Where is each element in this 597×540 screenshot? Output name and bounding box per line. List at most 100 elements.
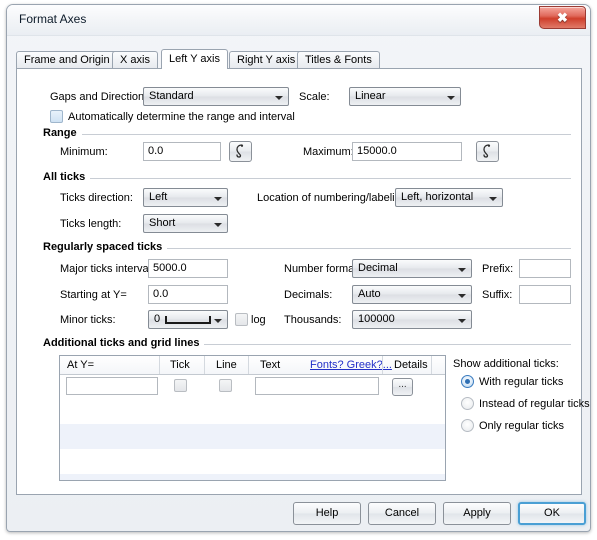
fonts-greek-link[interactable]: Fonts? Greek?... — [310, 359, 392, 371]
minimum-input[interactable]: 0.0 — [143, 142, 221, 161]
thousands-label: Thousands: — [284, 314, 342, 326]
minor-ticks-value: 0 — [154, 313, 161, 325]
starting-at-y-value: 0.0 — [153, 288, 169, 300]
numbering-location-value: Left, horizontal — [401, 191, 474, 203]
maximum-value: 15000.0 — [357, 145, 397, 157]
log-label: log — [251, 314, 266, 326]
major-ticks-interval-value: 5000.0 — [153, 262, 187, 274]
gaps-direction-value: Standard — [149, 90, 194, 102]
thousands-select[interactable]: 100000 — [352, 310, 472, 329]
minimum-label: Minimum: — [60, 146, 108, 158]
row-tick-checkbox[interactable] — [174, 379, 187, 392]
suffix-input[interactable] — [519, 285, 571, 304]
major-ticks-interval-label: Major ticks interval: — [60, 263, 155, 275]
number-format-label: Number format: — [284, 263, 361, 275]
column-header-text: Text — [260, 359, 281, 371]
left-y-axis-panel: Gaps and Direction: Standard Scale: Line… — [16, 68, 590, 495]
close-button[interactable]: ✖ — [539, 6, 586, 29]
magnet-picker-icon — [483, 144, 491, 158]
tab-frame-and-origin[interactable]: Frame and Origin — [16, 51, 118, 68]
all-ticks-group-divider — [43, 178, 571, 179]
ok-button[interactable]: OK — [518, 502, 586, 525]
additional-group-title: Additional ticks and grid lines — [43, 337, 205, 349]
regular-ticks-group-title: Regularly spaced ticks — [43, 241, 168, 253]
chevron-down-icon — [214, 197, 222, 201]
apply-button[interactable]: Apply — [443, 502, 511, 525]
ticks-direction-value: Left — [149, 191, 168, 203]
number-format-select[interactable]: Decimal — [352, 259, 472, 278]
column-header-line: Line — [216, 359, 237, 371]
cancel-button[interactable]: Cancel — [368, 502, 436, 525]
row-at-y-input[interactable] — [66, 377, 158, 395]
major-ticks-interval-input[interactable]: 5000.0 — [148, 259, 228, 278]
auto-range-label: Automatically determine the range and in… — [68, 111, 295, 123]
decimals-value: Auto — [358, 288, 381, 300]
maximum-picker-button[interactable] — [476, 141, 499, 162]
show-additional-ticks-label: Show additional ticks: — [453, 358, 559, 370]
chevron-down-icon — [489, 197, 497, 201]
tab-right-y-axis[interactable]: Right Y axis — [229, 51, 304, 68]
scale-label: Scale: — [299, 91, 330, 103]
maximum-label: Maximum: — [303, 146, 354, 158]
row-details-button[interactable]: ... — [392, 378, 413, 396]
table-row[interactable] — [60, 399, 445, 424]
all-ticks-group-title: All ticks — [43, 171, 91, 183]
scale-select[interactable]: Linear — [349, 87, 461, 106]
minimum-value: 0.0 — [148, 145, 164, 157]
format-axes-dialog: Format Axes ✖ Frame and Origin X axis Le… — [6, 4, 591, 532]
radio-instead-of-regular-ticks[interactable] — [461, 397, 474, 410]
starting-at-y-input[interactable]: 0.0 — [148, 285, 228, 304]
minimum-picker-button[interactable] — [229, 141, 252, 162]
radio-only-regular-ticks[interactable] — [461, 419, 474, 432]
window-title: Format Axes — [19, 12, 87, 26]
radio-label-instead-of-regular-ticks: Instead of regular ticks — [479, 398, 590, 410]
ticks-direction-select[interactable]: Left — [143, 188, 228, 207]
chevron-down-icon — [275, 96, 283, 100]
decimals-select[interactable]: Auto — [352, 285, 472, 304]
close-icon: ✖ — [557, 10, 568, 25]
ticks-direction-label: Ticks direction: — [60, 192, 133, 204]
suffix-label: Suffix: — [482, 289, 513, 301]
prefix-label: Prefix: — [482, 263, 514, 275]
minor-ticks-label: Minor ticks: — [60, 314, 116, 326]
chevron-down-icon — [214, 223, 222, 227]
radio-label-only-regular-ticks: Only regular ticks — [479, 420, 564, 432]
help-button[interactable]: Help — [293, 502, 361, 525]
chevron-down-icon — [447, 96, 455, 100]
column-header-at-y: At Y= — [67, 359, 95, 371]
radio-label-with-regular-ticks: With regular ticks — [479, 376, 564, 388]
tab-left-y-axis[interactable]: Left Y axis — [161, 49, 228, 69]
row-text-input[interactable] — [255, 377, 379, 395]
additional-ticks-table: At Y= Tick Line Text Fonts? Greek?... De… — [59, 355, 446, 481]
radio-with-regular-ticks[interactable] — [461, 375, 474, 388]
table-row[interactable] — [60, 474, 445, 480]
tab-x-axis[interactable]: X axis — [112, 51, 158, 68]
prefix-input[interactable] — [519, 259, 571, 278]
decimals-label: Decimals: — [284, 289, 333, 301]
chevron-down-icon — [458, 319, 466, 323]
maximum-input[interactable]: 15000.0 — [352, 142, 462, 161]
tick-preview-icon — [165, 316, 211, 324]
numbering-location-label: Location of numbering/labeling: — [257, 192, 410, 204]
numbering-location-select[interactable]: Left, horizontal — [395, 188, 503, 207]
thousands-value: 100000 — [358, 313, 395, 325]
magnet-picker-icon — [236, 144, 244, 158]
tab-titles-and-fonts[interactable]: Titles & Fonts — [297, 51, 380, 68]
chevron-down-icon — [214, 319, 222, 323]
tab-strip: Frame and Origin X axis Left Y axis Righ… — [16, 49, 582, 69]
table-row[interactable] — [60, 424, 445, 449]
column-header-details: Details — [394, 359, 428, 371]
starting-at-y-label: Starting at Y= — [60, 289, 127, 301]
ticks-length-label: Ticks length: — [60, 218, 122, 230]
gaps-direction-label: Gaps and Direction: — [50, 91, 148, 103]
log-checkbox[interactable] — [235, 313, 248, 326]
auto-range-checkbox[interactable] — [50, 110, 63, 123]
table-row[interactable] — [60, 449, 445, 474]
gaps-direction-select[interactable]: Standard — [143, 87, 289, 106]
chevron-down-icon — [458, 268, 466, 272]
table-header-row: At Y= Tick Line Text Fonts? Greek?... De… — [60, 356, 445, 375]
minor-ticks-select[interactable]: 0 — [148, 310, 228, 329]
ticks-length-select[interactable]: Short — [143, 214, 228, 233]
row-line-checkbox[interactable] — [219, 379, 232, 392]
table-row[interactable]: ... — [60, 374, 445, 399]
